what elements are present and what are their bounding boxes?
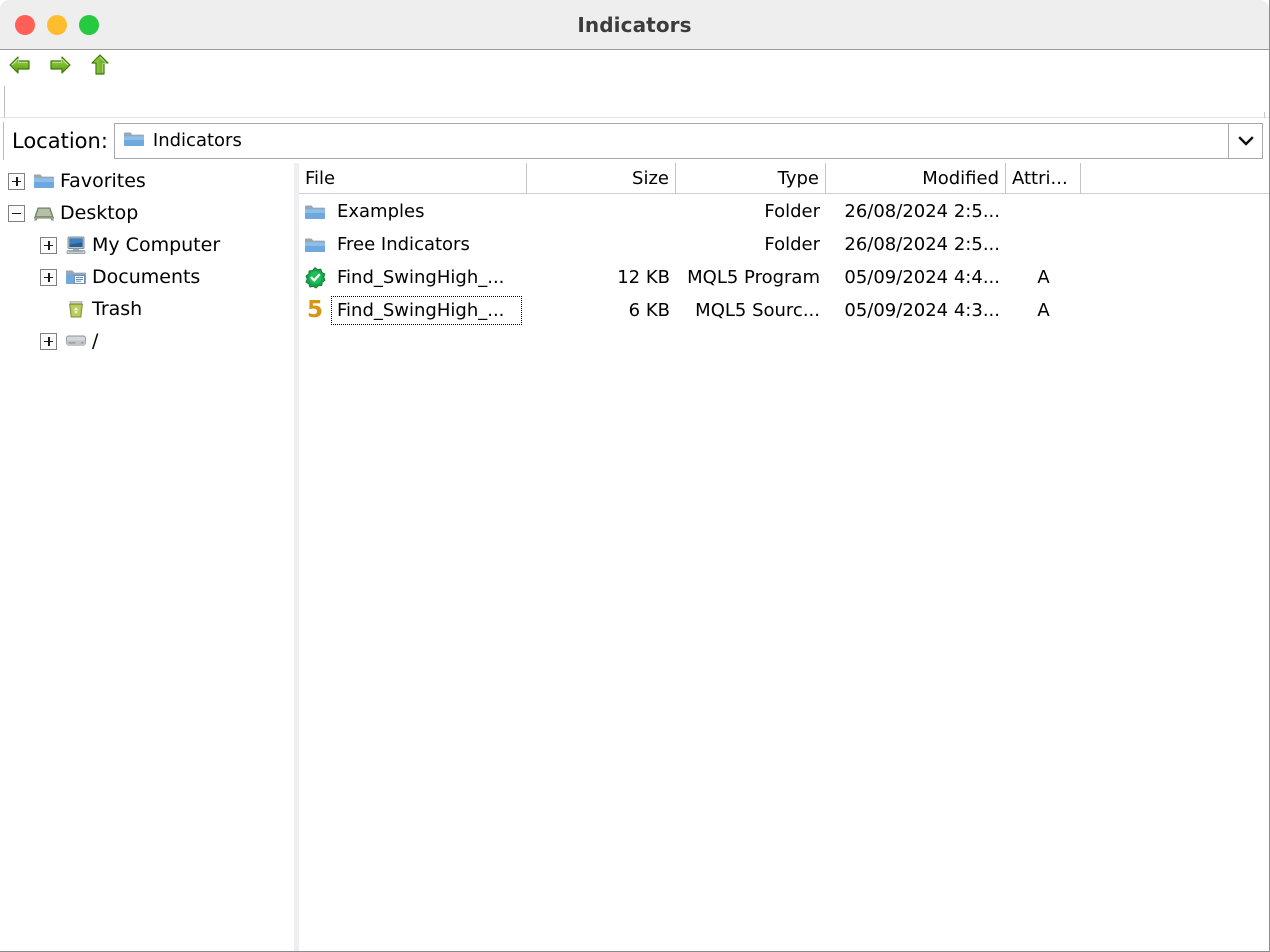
file-size [527, 195, 676, 228]
file-browser-window: Indicators Location: Indicators Favorite… [0, 0, 1270, 952]
location-label: Location: [3, 121, 114, 160]
file-name-cell[interactable]: Free Indicators [299, 228, 527, 261]
file-name: Find_SwingHigh_... [337, 299, 505, 321]
navigation-toolbar [0, 50, 1269, 118]
file-type: Folder [764, 234, 820, 255]
mql5-source-glyph: 5 [306, 297, 323, 323]
column-header-size[interactable]: Size [527, 163, 676, 193]
toolbar-grip[interactable] [4, 86, 5, 112]
file-name: Free Indicators [337, 233, 470, 255]
file-modified: 05/09/2024 4:4... [844, 267, 1000, 288]
file-list-pane: File Size Type Modified Attri... Example… [299, 163, 1269, 951]
file-attributes: A [1037, 300, 1050, 321]
sidebar-item-favorites[interactable]: Favorites [0, 165, 294, 197]
column-header-modified[interactable]: Modified [826, 163, 1006, 193]
table-row[interactable]: Find_SwingHigh_... 12 KB MQL5 Program 05… [299, 261, 1269, 294]
trash-icon [64, 298, 88, 320]
file-modified: 26/08/2024 2:5... [844, 234, 1000, 255]
documents-icon [64, 266, 88, 288]
sidebar-item-root[interactable]: / [0, 325, 294, 357]
sidebar-item-label: Trash [92, 297, 143, 320]
sidebar-item-label: / [92, 329, 99, 352]
harddrive-icon [64, 330, 88, 352]
main-content: Favorites Desktop My Computer Documents … [0, 163, 1269, 951]
file-name-cell[interactable]: 5 Find_SwingHigh_... [299, 294, 527, 327]
file-attributes: A [1037, 267, 1050, 288]
sidebar-item-label: My Computer [92, 233, 221, 256]
expand-toggle-icon[interactable] [40, 332, 57, 350]
toolbar-divider-right-tick [1264, 112, 1265, 118]
toolbar-divider-left-tick [4, 112, 5, 118]
desktop-icon [32, 202, 56, 224]
folder-icon [303, 200, 327, 224]
collapse-toggle-icon[interactable] [8, 204, 25, 222]
expand-toggle-icon[interactable] [8, 172, 25, 190]
mql5-source-icon: 5 [303, 299, 327, 323]
file-list-header: File Size Type Modified Attri... [299, 163, 1269, 194]
title-bar: Indicators [0, 0, 1269, 50]
sidebar-item-label: Documents [92, 265, 201, 288]
up-arrow-icon[interactable] [88, 53, 112, 77]
file-type: MQL5 Program [687, 267, 820, 288]
folder-icon [32, 170, 56, 192]
file-modified: 26/08/2024 2:5... [844, 201, 1000, 222]
places-tree[interactable]: Favorites Desktop My Computer Documents … [0, 163, 294, 951]
file-name: Examples [337, 200, 425, 222]
file-type: MQL5 Sourc... [695, 300, 820, 321]
forward-arrow-icon[interactable] [48, 53, 72, 77]
window-title: Indicators [577, 13, 692, 37]
file-name-cell[interactable]: Examples [299, 195, 527, 228]
folder-icon [303, 233, 327, 257]
sidebar-item-trash[interactable]: Trash [0, 293, 294, 325]
file-attributes [1006, 228, 1081, 261]
location-value: Indicators [152, 130, 242, 151]
sidebar-item-desktop[interactable]: Desktop [0, 197, 294, 229]
chevron-down-icon[interactable] [1229, 122, 1263, 159]
column-header-attributes[interactable]: Attri... [1006, 163, 1081, 193]
file-size [527, 228, 676, 261]
file-list-body: Examples Folder 26/08/2024 2:5... Free I… [299, 194, 1269, 951]
file-name-focus-box: Find_SwingHigh_... [331, 296, 522, 325]
file-type: Folder [764, 201, 820, 222]
column-header-file[interactable]: File [299, 163, 527, 193]
sidebar-item-label: Desktop [60, 201, 139, 224]
expand-toggle-icon[interactable] [40, 268, 57, 286]
mql5-program-icon [303, 266, 327, 290]
location-input[interactable]: Indicators [113, 122, 1229, 159]
folder-icon [123, 130, 145, 152]
file-size: 6 KB [628, 300, 670, 321]
file-name-cell[interactable]: Find_SwingHigh_... [299, 261, 527, 294]
toolbar-divider [0, 117, 1269, 118]
expand-toggle-icon[interactable] [40, 236, 57, 254]
file-attributes [1006, 195, 1081, 228]
file-name-focus-box: Find_SwingHigh_... [332, 264, 521, 291]
file-size: 12 KB [617, 267, 670, 288]
computer-icon [64, 234, 88, 256]
sidebar-item-my-computer[interactable]: My Computer [0, 229, 294, 261]
table-row[interactable]: Examples Folder 26/08/2024 2:5... [299, 195, 1269, 228]
file-name-focus-box: Free Indicators [332, 231, 521, 258]
column-header-type[interactable]: Type [676, 163, 826, 193]
file-name: Find_SwingHigh_... [337, 266, 505, 288]
table-row[interactable]: 5 Find_SwingHigh_... 6 KB MQL5 Sourc... … [299, 294, 1269, 327]
file-modified: 05/09/2024 4:3... [844, 300, 1000, 321]
table-row[interactable]: Free Indicators Folder 26/08/2024 2:5... [299, 228, 1269, 261]
nav-button-group [8, 53, 112, 77]
file-name-focus-box: Examples [332, 198, 521, 225]
back-arrow-icon[interactable] [8, 53, 32, 77]
sidebar-item-label: Favorites [60, 169, 146, 192]
location-bar: Location: Indicators [0, 118, 1269, 163]
sidebar-item-documents[interactable]: Documents [0, 261, 294, 293]
